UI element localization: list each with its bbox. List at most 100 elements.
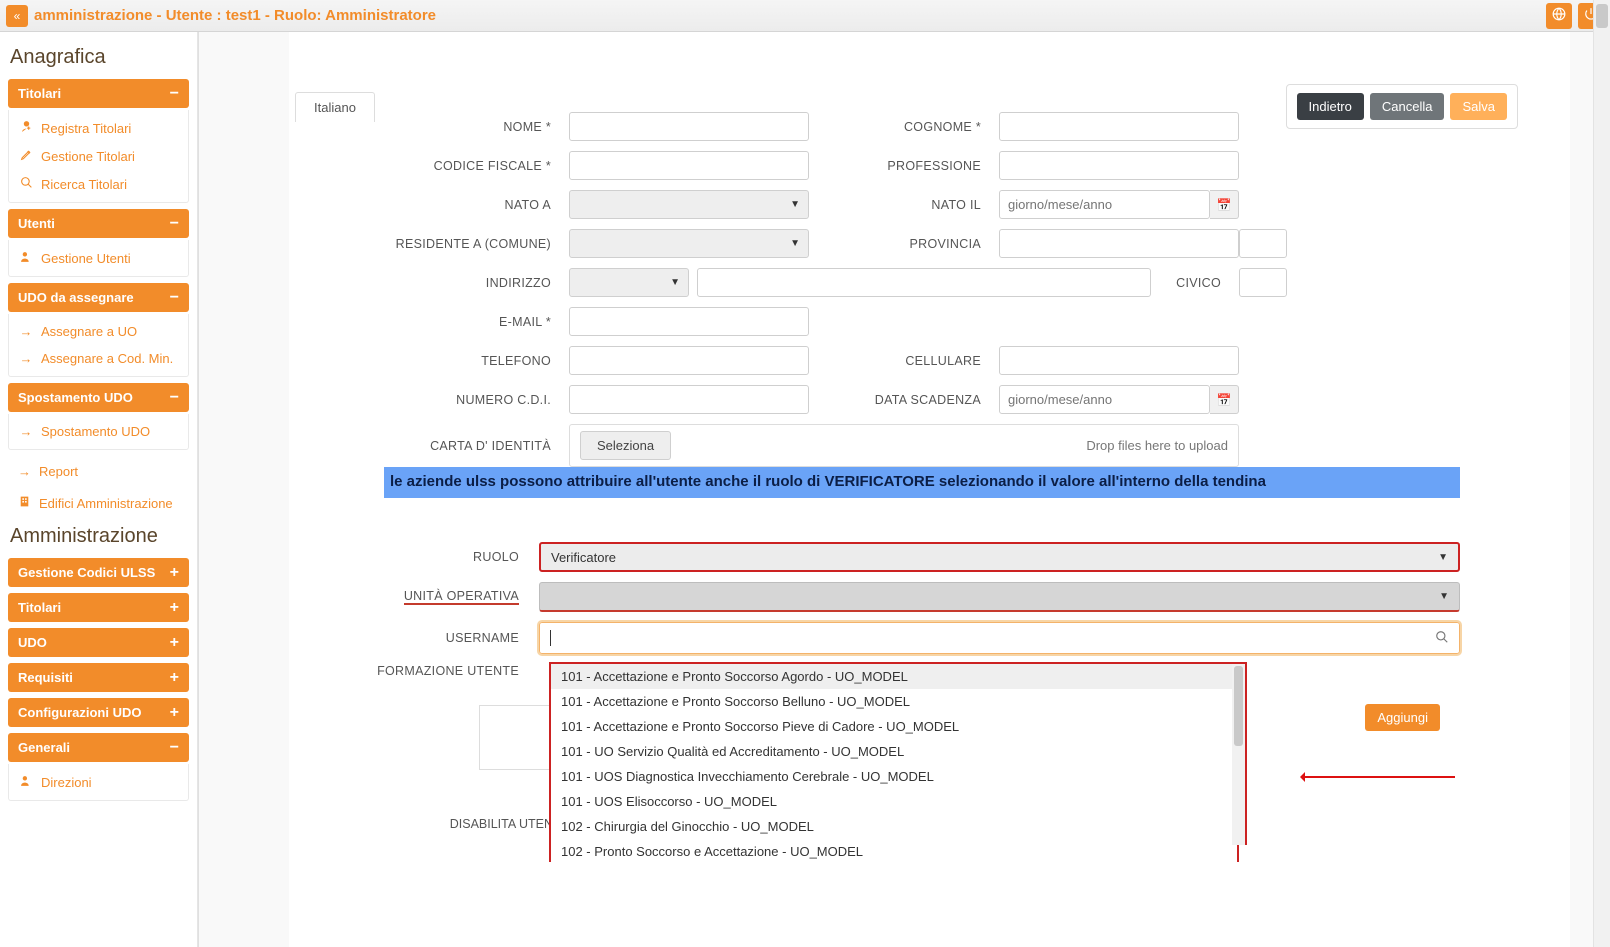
scrollbar-thumb[interactable] [1234, 666, 1243, 746]
label-natoil: NATO IL [809, 198, 999, 212]
dropdown-scrollbar[interactable] [1232, 662, 1247, 845]
label-provincia: PROVINCIA [809, 237, 999, 251]
numcdi-input[interactable] [569, 385, 809, 414]
info-callout: le aziende ulss possono attribuire all'u… [384, 467, 1460, 498]
caret-down-icon: ▼ [1438, 552, 1448, 563]
expand-icon: + [170, 673, 179, 683]
dropdown-option[interactable]: 101 - UOS Diagnostica Invecchiamento Cer… [551, 764, 1237, 789]
datascad-input[interactable] [999, 385, 1210, 414]
sidebar-item-ricerca-titolari[interactable]: Ricerca Titolari [9, 170, 188, 198]
calendar-button[interactable]: 📅 [1210, 385, 1239, 414]
label-datascad: DATA SCADENZA [809, 393, 999, 407]
sidebar-group-udo-assegnare[interactable]: UDO da assegnare − [8, 283, 189, 312]
search-icon [1435, 630, 1449, 647]
sidebar-item-report[interactable]: → Report [8, 456, 189, 487]
label-telefono: TELEFONO [359, 354, 569, 368]
label-formazione: FORMAZIONE UTENTE [369, 664, 539, 678]
label-numcdi: NUMERO C.D.I. [359, 393, 569, 407]
cellulare-input[interactable] [999, 346, 1239, 375]
dropdown-option[interactable]: 101 - Accettazione e Pronto Soccorso Ago… [551, 664, 1237, 689]
telefono-input[interactable] [569, 346, 809, 375]
sidebar-group-config-udo[interactable]: Configurazioni UDO + [8, 698, 189, 727]
caret-down-icon: ▼ [790, 199, 800, 210]
natoil-input[interactable] [999, 190, 1210, 219]
sidebar-item-direzioni[interactable]: Direzioni [9, 768, 188, 796]
sidebar-item-assegnare-uo[interactable]: → Assegnare a UO [9, 318, 188, 345]
sidebar-group-spostamento[interactable]: Spostamento UDO − [8, 383, 189, 412]
sidebar-collapse-button[interactable]: « [6, 5, 28, 27]
dropdown-option[interactable]: 101 - Accettazione e Pronto Soccorso Bel… [551, 689, 1237, 714]
users-icon [19, 250, 33, 266]
sidebar-item-gestione-titolari[interactable]: Gestione Titolari [9, 142, 188, 170]
indirizzo-input[interactable] [697, 268, 1151, 297]
back-button[interactable]: Indietro [1297, 93, 1364, 120]
dropzone-text[interactable]: Drop files here to upload [1086, 438, 1228, 453]
save-button[interactable]: Salva [1450, 93, 1507, 120]
page-scrollbar[interactable] [1593, 0, 1610, 947]
sidebar-group-titolari-admin[interactable]: Titolari + [8, 593, 189, 622]
ruolo-select[interactable]: Verificatore ▼ [539, 542, 1460, 572]
collapse-icon: − [170, 293, 179, 303]
calendar-icon: 📅 [1217, 393, 1232, 407]
scrollbar-thumb[interactable] [1596, 4, 1608, 28]
label-disabilita: DISABILITA UTENTE [369, 817, 569, 831]
dropdown-option[interactable]: 101 - UOS Elisoccorso - UO_MODEL [551, 789, 1237, 814]
label-ruolo: RUOLO [369, 550, 539, 564]
username-search-input[interactable] [539, 622, 1460, 654]
edit-icon [19, 148, 33, 164]
sidebar-group-udo[interactable]: UDO + [8, 628, 189, 657]
globe-button[interactable] [1546, 3, 1572, 29]
email-input[interactable] [569, 307, 809, 336]
sidebar-item-registra-titolari[interactable]: Registra Titolari [9, 114, 188, 142]
nome-input[interactable] [569, 112, 809, 141]
residente-select[interactable]: ▼ [569, 229, 809, 258]
dropdown-option[interactable]: 102 - Pronto Soccorso e Accettazione - U… [551, 839, 1237, 862]
sidebar-group-generali[interactable]: Generali − [8, 733, 189, 762]
label-indirizzo: INDIRIZZO [359, 276, 569, 290]
label-codfisc: CODICE FISCALE * [359, 159, 569, 173]
sidebar-item-assegnare-codmin[interactable]: → Assegnare a Cod. Min. [9, 345, 188, 372]
natoa-select[interactable]: ▼ [569, 190, 809, 219]
expand-icon: + [170, 568, 179, 578]
sidebar-item-edifici[interactable]: Edifici Amministrazione [8, 487, 189, 519]
label-residente: RESIDENTE A (COMUNE) [359, 237, 569, 251]
indirizzo-type-select[interactable]: ▼ [569, 268, 689, 297]
dropdown-option[interactable]: 101 - Accettazione e Pronto Soccorso Pie… [551, 714, 1237, 739]
seleziona-button[interactable]: Seleziona [580, 431, 671, 460]
professione-input[interactable] [999, 151, 1239, 180]
dropdown-option[interactable]: 101 - UO Servizio Qualità ed Accreditame… [551, 739, 1237, 764]
label-email: E-MAIL * [359, 315, 569, 329]
unita-operativa-dropdown: 101 - Accettazione e Pronto Soccorso Ago… [549, 662, 1239, 862]
arrow-right-icon: → [19, 324, 33, 339]
label-carta: CARTA D' IDENTITÀ [359, 439, 569, 453]
expand-icon: + [170, 708, 179, 718]
page-title: amministrazione - Utente : test1 - Ruolo… [34, 7, 436, 24]
provincia-short-input[interactable] [1239, 229, 1287, 258]
sidebar-group-requisiti[interactable]: Requisiti + [8, 663, 189, 692]
unita-operativa-select[interactable]: ▼ [539, 582, 1460, 612]
globe-icon [1552, 7, 1566, 24]
building-icon [18, 495, 31, 511]
cancel-button[interactable]: Cancella [1370, 93, 1445, 120]
calendar-button[interactable]: 📅 [1210, 190, 1239, 219]
text-cursor [550, 630, 551, 646]
collapse-icon: − [170, 219, 179, 229]
sidebar-group-titolari[interactable]: Titolari − [8, 79, 189, 108]
sidebar-item-gestione-utenti[interactable]: Gestione Utenti [9, 244, 188, 272]
caret-down-icon: ▼ [1439, 591, 1449, 602]
label-natoa: NATO A [359, 198, 569, 212]
label-cellulare: CELLULARE [809, 354, 999, 368]
cognome-input[interactable] [999, 112, 1239, 141]
codfisc-input[interactable] [569, 151, 809, 180]
dropdown-option[interactable]: 102 - Chirurgia del Ginocchio - UO_MODEL [551, 814, 1237, 839]
user-plus-icon [19, 120, 33, 136]
expand-icon: + [170, 638, 179, 648]
aggiungi-button[interactable]: Aggiungi [1365, 704, 1440, 731]
collapse-icon: − [170, 393, 179, 403]
provincia-input[interactable] [999, 229, 1239, 258]
sidebar-item-spostamento-udo[interactable]: → Spostamento UDO [9, 418, 188, 445]
label-cognome: COGNOME * [809, 120, 999, 134]
sidebar-group-gestione-codici[interactable]: Gestione Codici ULSS + [8, 558, 189, 587]
sidebar-group-utenti[interactable]: Utenti − [8, 209, 189, 238]
civico-input[interactable] [1239, 268, 1287, 297]
